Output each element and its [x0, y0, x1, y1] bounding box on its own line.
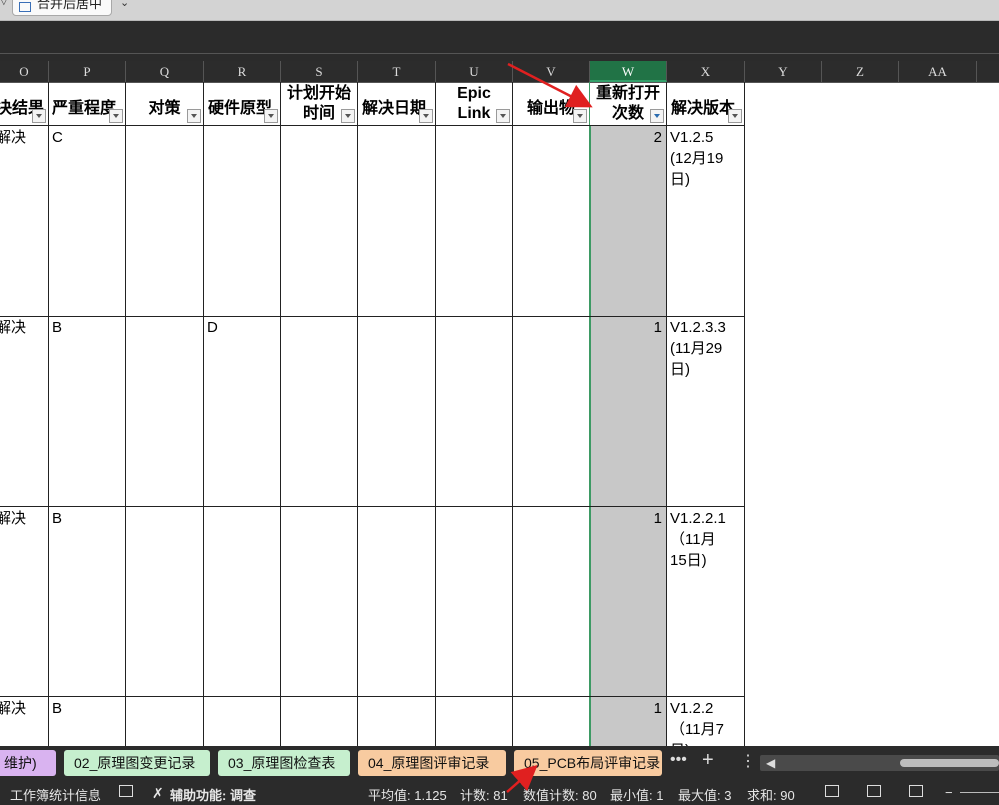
annotation-arrows: [506, 62, 593, 793]
annotation-arrow-bottom: [506, 765, 538, 793]
annotation-arrow-top: [507, 62, 593, 108]
